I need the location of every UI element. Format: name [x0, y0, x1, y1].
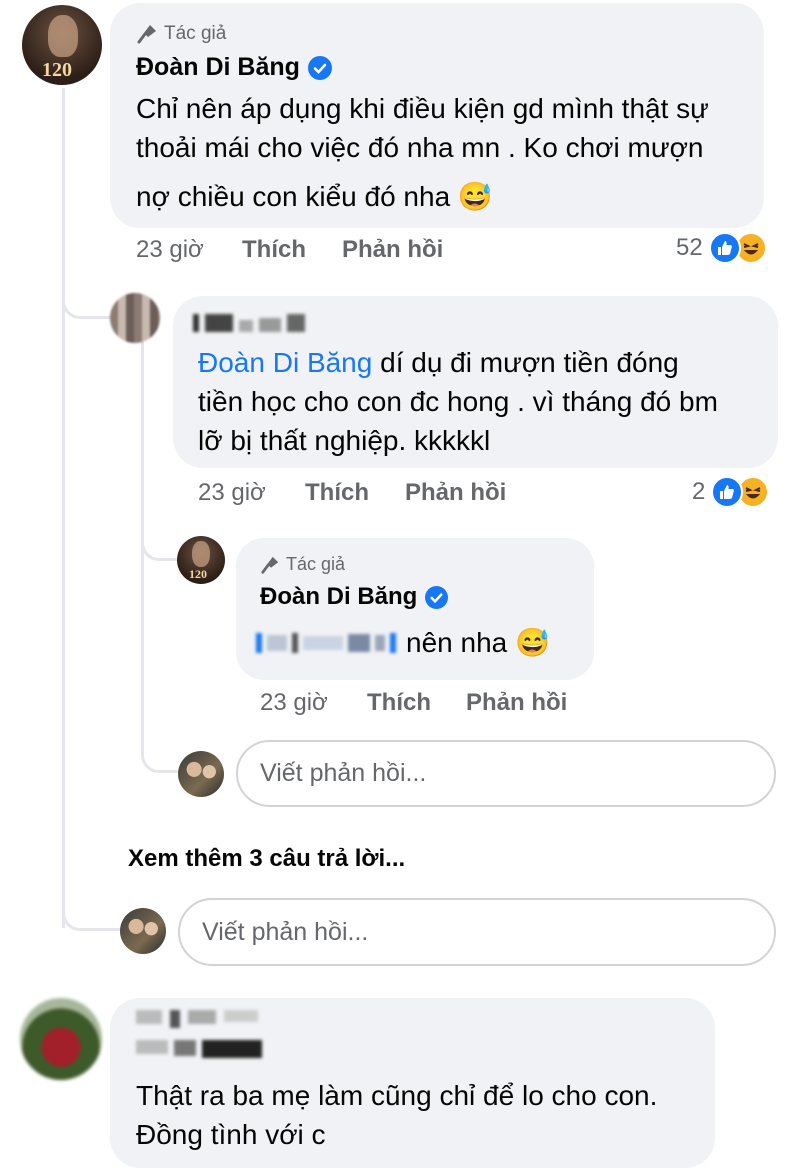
comment-line: tiền học cho con đc hong . vì tháng đó b… — [198, 386, 718, 417]
thread-line — [62, 88, 65, 928]
like-button[interactable]: Thích — [305, 479, 405, 507]
avatar-poster-number: 120 — [42, 59, 72, 81]
reply-input[interactable]: Viết phản hồi... — [236, 740, 776, 807]
author-badge: Tác giả — [260, 554, 345, 575]
thread-connector — [141, 740, 180, 773]
author-badge-label: Tác giả — [164, 23, 227, 44]
author-badge: Tác giả — [136, 23, 226, 45]
comment-line: dí dụ đi mượn tiền đóng — [372, 347, 679, 378]
thread-connector — [141, 520, 180, 561]
commenter-avatar[interactable] — [110, 293, 160, 343]
current-user-avatar — [120, 908, 166, 954]
verified-icon — [425, 585, 449, 609]
verified-icon — [307, 55, 332, 80]
microphone-icon — [137, 25, 156, 44]
like-reaction-icon — [708, 232, 741, 264]
reaction-summary[interactable]: 2 — [692, 476, 770, 508]
comment-line: Chỉ nên áp dụng khi điều kiện gd mình th… — [136, 93, 709, 124]
timestamp[interactable]: 23 giờ — [136, 236, 242, 264]
mention-link[interactable]: Đoàn Di Băng — [198, 347, 372, 378]
comment-text: Thật ra ba mẹ làm cũng chỉ để lo cho con… — [136, 1076, 657, 1154]
comment-text: nên nha 😅 — [256, 626, 550, 659]
comment-text: Chỉ nên áp dụng khi điều kiện gd mình th… — [136, 89, 709, 216]
redacted-text — [256, 632, 396, 653]
timestamp[interactable]: 23 giờ — [198, 479, 305, 507]
commenter-name-redacted — [193, 314, 305, 332]
like-reaction-icon — [711, 476, 744, 508]
avatar-poster-number: 120 — [189, 567, 207, 581]
reaction-summary[interactable]: 52 — [676, 232, 767, 264]
comment-bubble: Thật ra ba mẹ làm cũng chỉ để lo cho con… — [110, 998, 715, 1168]
commenter-subname-redacted — [136, 1040, 262, 1058]
reaction-count: 52 — [676, 234, 703, 261]
reply-button[interactable]: Phản hồi — [466, 689, 567, 717]
reply-input[interactable]: Viết phản hồi... — [178, 898, 776, 966]
comment-bubble: Đoàn Di Băng dí dụ đi mượn tiền đóng tiề… — [173, 296, 778, 468]
author-badge-label: Tác giả — [286, 554, 346, 574]
comment-bubble: Tác giả Đoàn Di Băng Chỉ nên áp dụng khi… — [110, 3, 764, 228]
current-user-avatar — [178, 751, 224, 797]
author-avatar[interactable]: 120 — [177, 536, 225, 584]
reply-placeholder: Viết phản hồi... — [260, 759, 427, 787]
author-name[interactable]: Đoàn Di Băng — [260, 583, 417, 611]
comment-author[interactable]: Đoàn Di Băng — [136, 53, 332, 82]
reply-placeholder: Viết phản hồi... — [202, 917, 369, 946]
like-button[interactable]: Thích — [367, 689, 466, 717]
comment-actions: 23 giờ Thích Phản hồi — [260, 689, 567, 717]
comment-line: nên nha 😅 — [406, 627, 550, 658]
author-name[interactable]: Đoàn Di Băng — [136, 53, 300, 82]
microphone-icon — [261, 556, 279, 574]
comment-author[interactable]: Đoàn Di Băng — [260, 583, 449, 611]
comment-actions: 23 giờ Thích Phản hồi — [136, 236, 443, 264]
reaction-count: 2 — [692, 478, 706, 505]
timestamp[interactable]: 23 giờ — [260, 689, 367, 717]
comment-line: thoải mái cho việc đó nha mn . Ko chơi m… — [136, 132, 704, 163]
comment-line: Đồng tình với c — [136, 1119, 326, 1150]
comment-line: nợ chiều con kiểu đó nha 😅 — [136, 181, 493, 212]
comment-bubble: Tác giả Đoàn Di Băng nên nha 😅 — [236, 538, 594, 680]
avatar-portrait — [192, 541, 210, 567]
view-more-replies-link[interactable]: Xem thêm 3 câu trả lời... — [128, 845, 405, 873]
avatar-portrait — [48, 15, 78, 57]
thread-connector — [62, 898, 123, 931]
commenter-name-redacted — [136, 1010, 258, 1028]
comment-line: Thật ra ba mẹ làm cũng chỉ để lo cho con… — [136, 1080, 658, 1111]
like-button[interactable]: Thích — [242, 236, 342, 264]
commenter-avatar[interactable] — [20, 998, 102, 1080]
reply-button[interactable]: Phản hồi — [342, 236, 443, 264]
author-avatar[interactable]: 120 — [22, 5, 102, 85]
reply-button[interactable]: Phản hồi — [405, 479, 506, 507]
comment-actions: 23 giờ Thích Phản hồi — [198, 479, 506, 507]
comment-line: lỡ bị thất nghiệp. kkkkkl — [198, 425, 491, 456]
comment-text: Đoàn Di Băng dí dụ đi mượn tiền đóng tiề… — [198, 343, 718, 460]
